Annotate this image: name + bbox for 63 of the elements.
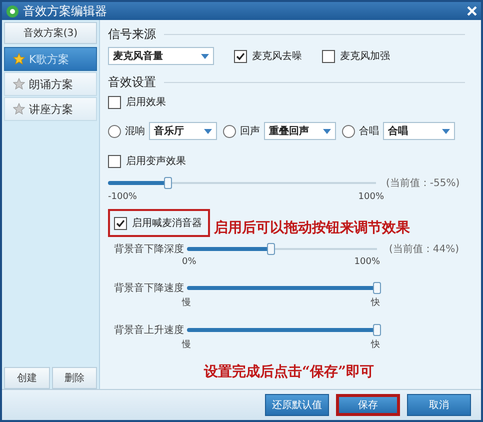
caret-icon [323,128,331,134]
checkbox-label: 启用变声效果 [126,154,186,168]
value-reading: (当前值：44%) [389,242,460,256]
star-icon [13,53,25,65]
slider-label: 背景音下降速度 [113,282,184,295]
radio-button[interactable] [108,124,121,138]
radio-label: 混响 [125,125,145,138]
max-label: 快 [371,296,380,309]
preset-label: 朗诵方案 [29,76,73,92]
sidebar-button[interactable]: 删除 [52,367,97,389]
checkbox[interactable] [322,50,335,62]
radio-button[interactable] [342,124,355,138]
section-heading: 信号来源 [108,26,156,42]
app-icon [6,4,19,18]
radio-label: 回声 [240,124,260,138]
preset-label: K歌方案 [29,52,70,66]
slider-thumb[interactable] [266,243,275,255]
min-label: -100% [108,192,137,202]
min-label: 0% [182,257,196,267]
caret-icon [442,128,450,134]
section-heading: 音效设置 [108,74,156,90]
window-title: 音效方案编辑器 [23,2,108,20]
mode-dropdown[interactable]: 重叠回声 [264,122,336,140]
checkbox-label: 麦克风去噪 [252,50,302,63]
dialog-button[interactable]: 保存 [336,394,400,416]
caret-icon [201,54,209,58]
slider-label: 背景音上升速度 [113,324,184,337]
max-label: 快 [371,338,380,351]
mode-dropdown[interactable]: 音乐厅 [149,122,217,140]
min-label: 慢 [182,296,191,309]
checkbox[interactable] [108,154,121,168]
slider-thumb[interactable] [373,282,381,294]
annotation-text: 设置完成后点击“保存”即可 [204,364,374,380]
star-icon [13,78,25,90]
slider-thumb[interactable] [373,324,381,336]
checkbox-label: 麦克风加强 [340,50,390,63]
checkbox[interactable] [108,96,121,108]
source-dropdown[interactable]: 麦克风音量 [108,47,214,65]
slider-thumb[interactable] [164,177,172,189]
sidebar-button[interactable]: 创建 [4,367,50,389]
silencer-option[interactable]: 启用喊麦消音器 [108,209,210,237]
sidebar-tab[interactable]: 音效方案(3) [4,22,97,44]
slider-label: 背景音下降深度 [113,242,184,256]
preset-item[interactable]: 讲座方案 [4,97,97,121]
radio-label: 合唱 [359,125,379,138]
max-label: 100% [358,192,384,202]
value-reading: (当前值：-55%) [386,176,460,190]
caret-icon [204,128,212,134]
close-icon[interactable] [467,6,477,16]
checkbox[interactable] [234,50,247,62]
radio-button[interactable] [223,124,236,138]
min-label: 慢 [182,338,191,351]
dialog-button[interactable]: 还原默认值 [265,394,329,416]
mode-dropdown[interactable]: 合唱 [383,122,455,140]
preset-label: 讲座方案 [29,102,73,116]
star-icon [13,103,25,115]
annotation-text: 启用后可以拖动按钮来调节效果 [214,219,410,237]
checkbox[interactable] [114,216,127,230]
checkbox-label: 启用喊麦消音器 [132,216,202,230]
preset-item[interactable]: 朗诵方案 [4,72,97,96]
dialog-button[interactable]: 取消 [407,394,471,416]
max-label: 100% [354,257,380,267]
checkbox-label: 启用效果 [126,96,166,109]
